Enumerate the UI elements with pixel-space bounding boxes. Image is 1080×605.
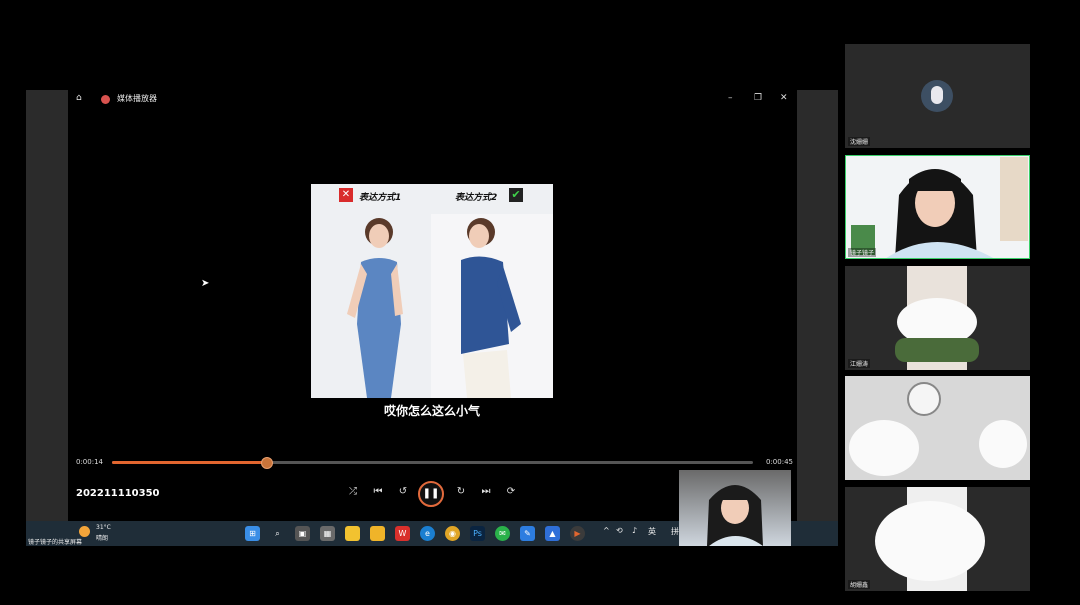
minimize-button[interactable]: – [728,93,733,103]
media-player-taskbar-icon[interactable]: ▶ [570,526,585,541]
wechat-icon[interactable]: ✉ [495,526,510,541]
previous-icon[interactable]: ⏮ [371,486,385,497]
avatar-figure [931,86,943,104]
seek-thumb[interactable] [260,457,273,469]
widgets-icon[interactable]: ▦ [320,526,335,541]
sheep-sticker [979,420,1027,468]
start-icon[interactable]: ⊞ [245,526,260,541]
seek-bar[interactable] [112,457,753,469]
weather-desc: 晴朗 [96,535,109,542]
edge-icon[interactable]: e [420,526,435,541]
photoshop-icon[interactable]: Ps [470,526,485,541]
participant-tile[interactable]: 镜子镜子 [845,155,1030,259]
check-icon: ✔ [509,188,523,202]
participant-name: 胡姗鑫 [848,580,871,589]
clock-icon [907,382,941,416]
media-filename: 202211110350 [76,488,160,499]
participant-name: 沈姗姗 [848,137,871,146]
forward-icon[interactable]: ↻ [454,486,468,497]
search-icon[interactable]: ⌕ [270,526,285,541]
self-video-scene [707,485,763,546]
wps-icon[interactable]: W [395,526,410,541]
weather-icon [79,526,90,537]
window-title: 媒体播放器 [117,94,157,103]
left-caption: 表达方式1 [359,193,402,203]
weather-temp: 31°C [96,524,111,531]
media-player-icon [101,95,110,104]
ime-lang[interactable]: 英 [648,526,656,537]
video-scene [311,184,553,398]
right-caption: 表达方式2 [455,193,498,203]
rewind-icon[interactable]: ↺ [396,486,410,497]
participant-name: 江姗涛 [848,359,871,368]
chrome-icon[interactable]: ◉ [445,526,460,541]
title-bar: ⌂ 媒体播放器 – ❐ ✕ [68,90,797,110]
meeting-app-icon[interactable]: ▲ [545,526,560,541]
participant-tile[interactable] [845,376,1030,480]
repeat-icon[interactable]: ⟳ [504,486,518,497]
pause-button[interactable]: ❚❚ [418,481,444,507]
notes-app-icon[interactable] [345,526,360,541]
network-icon[interactable]: ⟲ [616,526,623,535]
restore-button[interactable]: ❐ [754,93,762,103]
home-icon[interactable]: ⌂ [76,93,82,103]
participant-tile[interactable]: 沈姗姗 [845,44,1030,148]
seek-bar-progress [112,461,266,464]
plant-sticker [895,338,979,362]
sheep-sticker [875,501,985,581]
app-icon[interactable]: ✎ [520,526,535,541]
cross-icon: ✕ [339,188,353,202]
participant-tile[interactable]: 江姗涛 [845,266,1030,370]
file-explorer-icon[interactable] [370,526,385,541]
self-video [679,470,791,546]
next-icon[interactable]: ⏭ [479,486,493,497]
active-speaker-border [845,155,1030,259]
task-view-icon[interactable]: ▣ [295,526,310,541]
time-current: 0:00:14 [76,458,103,466]
sheep-sticker [849,420,919,476]
time-total: 0:00:45 [766,458,793,466]
shuffle-icon[interactable]: ⤮ [346,486,360,497]
close-button[interactable]: ✕ [780,93,788,103]
mouse-cursor-icon: ➤ [201,278,210,289]
participant-tile[interactable]: 胡姗鑫 [845,487,1030,591]
video-frame[interactable]: ✕ 表达方式1 表达方式2 ✔ [311,184,553,398]
tray-chevron-icon[interactable]: ^ [603,526,610,535]
ime-mode[interactable]: 拼 [671,526,679,537]
share-label: 镜子镜子的共享屏幕 [28,539,83,546]
video-subtitle: 哎你怎么这么小气 [383,404,480,418]
microphone-icon[interactable]: ♪ [632,526,637,535]
